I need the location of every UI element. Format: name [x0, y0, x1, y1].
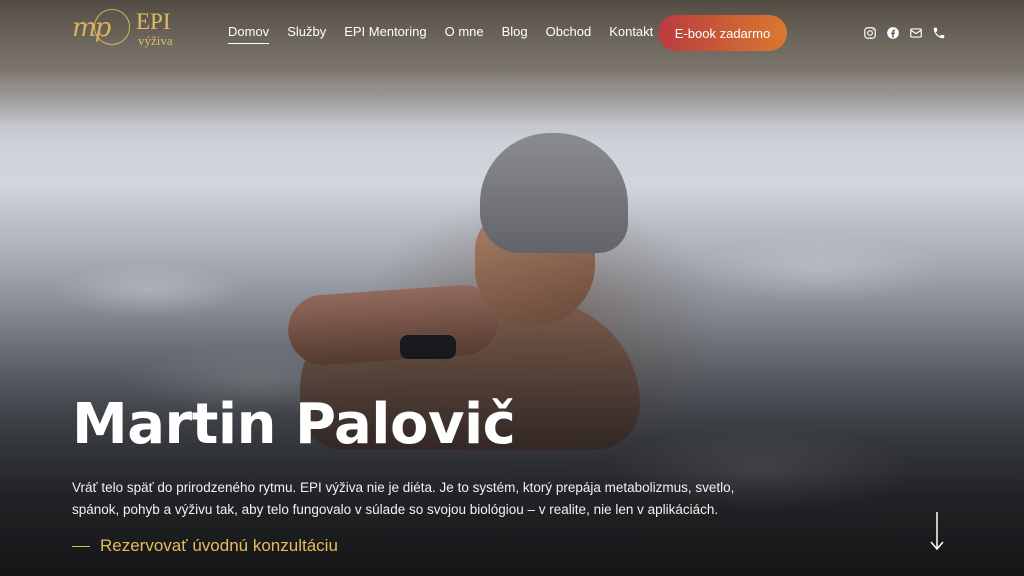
consultation-link-label: Rezervovať úvodnú konzultáciu	[100, 536, 338, 555]
social-links	[862, 25, 946, 40]
nav-item-domov[interactable]: Domov	[228, 24, 270, 44]
phone-icon[interactable]	[931, 25, 946, 40]
cta-dash	[72, 545, 90, 547]
facebook-icon[interactable]	[885, 25, 900, 40]
arrow-down-icon[interactable]	[928, 511, 946, 551]
logo-mark: mp	[72, 13, 111, 43]
site-logo[interactable]: mp EPI výživa	[72, 9, 192, 57]
consultation-link[interactable]: Rezervovať úvodnú konzultáciu	[72, 536, 338, 556]
mail-icon[interactable]	[908, 25, 923, 40]
nav-item-blog[interactable]: Blog	[502, 24, 528, 44]
hero-section: mp EPI výživa Domov Služby EPI Mentoring…	[0, 0, 1024, 576]
logo-subtitle: výživa	[138, 33, 173, 48]
hero-title: Martin Palovič	[72, 392, 516, 457]
nav-item-o-mne[interactable]: O mne	[445, 24, 484, 44]
site-header: mp EPI výživa Domov Služby EPI Mentoring…	[0, 0, 1024, 66]
nav-item-sluzby[interactable]: Služby	[287, 24, 326, 44]
nav-item-epi-mentoring[interactable]: EPI Mentoring	[344, 24, 426, 44]
logo-name: EPI	[136, 9, 171, 34]
nav-item-obchod[interactable]: Obchod	[546, 24, 592, 44]
ebook-button[interactable]: E-book zadarmo	[658, 15, 787, 51]
hero-description: Vráť telo späť do prirodzeného rytmu. EP…	[72, 480, 735, 517]
instagram-icon[interactable]	[862, 25, 877, 40]
nav-item-kontakt[interactable]: Kontakt	[609, 24, 653, 44]
main-menu: Domov Služby EPI Mentoring O mne Blog Ob…	[228, 24, 671, 44]
